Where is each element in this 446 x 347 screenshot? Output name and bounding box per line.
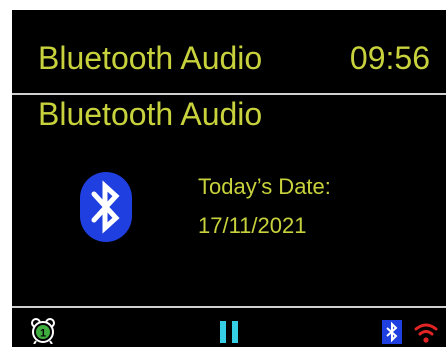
- alarm-number: 1: [40, 328, 46, 340]
- radio-display: Bluetooth Audio 09:56 Bluetooth Audio To…: [12, 10, 446, 347]
- alarm-clock-icon: 1: [31, 318, 55, 344]
- date-value: 17/11/2021: [198, 213, 307, 238]
- clock: 09:56: [349, 40, 430, 76]
- wifi-icon: [414, 323, 438, 343]
- pause-icon: [220, 321, 238, 343]
- bluetooth-icon: [382, 320, 402, 344]
- mode-title: Bluetooth Audio: [38, 40, 263, 76]
- source-title: Bluetooth Audio: [38, 96, 263, 132]
- header-divider: [12, 93, 446, 95]
- bluetooth-logo-icon: [80, 172, 132, 242]
- header-bar: Bluetooth Audio 09:56: [12, 10, 446, 92]
- status-bar: 1: [12, 308, 446, 347]
- date-label: Today’s Date:: [198, 174, 331, 199]
